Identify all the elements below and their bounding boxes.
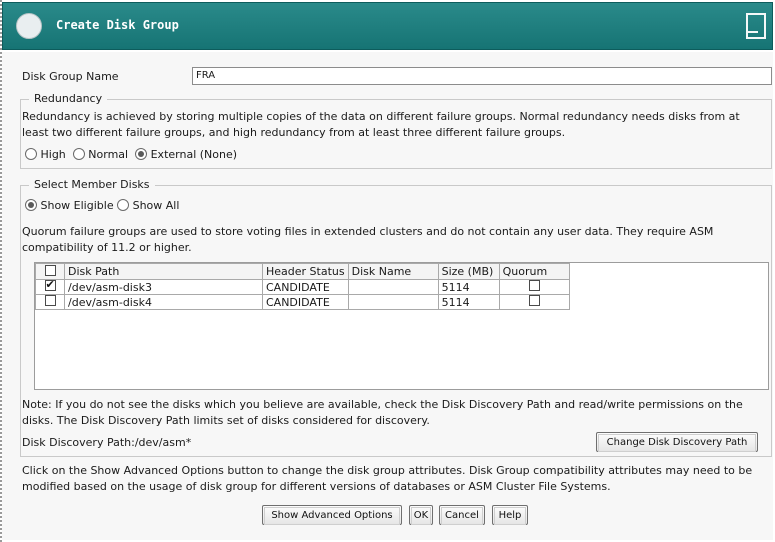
- disk-group-name-label: Disk Group Name: [22, 70, 119, 83]
- title-bar[interactable]: Create Disk Group: [2, 2, 773, 50]
- show-advanced-options-button-label: Show Advanced Options: [264, 507, 400, 525]
- disk-table-grid: Disk Path Header Status Disk Name Size (…: [35, 263, 570, 310]
- change-discovery-path-button[interactable]: Change Disk Discovery Path: [596, 432, 758, 452]
- change-discovery-path-button-label: Change Disk Discovery Path: [598, 434, 756, 452]
- radio-show-all[interactable]: Show All: [117, 199, 179, 212]
- row-select-cell[interactable]: [35, 278, 65, 295]
- radio-external-label: External (None): [150, 148, 238, 161]
- disk-path-cell: /dev/asm-disk4: [64, 294, 263, 310]
- radio-show-all-indicator[interactable]: [117, 199, 130, 211]
- table-row[interactable]: /dev/asm-disk3 CANDIDATE 5114: [35, 278, 570, 295]
- row-select-checkbox[interactable]: [44, 295, 56, 306]
- quorum-note: Quorum failure groups are used to store …: [22, 225, 714, 254]
- radio-show-eligible[interactable]: Show Eligible: [25, 199, 114, 212]
- header-status-cell: CANDIDATE: [262, 279, 349, 295]
- table-row[interactable]: /dev/asm-disk4 CANDIDATE 5114: [35, 294, 570, 310]
- radio-normal-label: Normal: [88, 148, 129, 161]
- cancel-button-label: Cancel: [441, 507, 483, 525]
- discovery-path-label: Disk Discovery Path:/dev/asm*: [22, 436, 192, 449]
- row-select-cell[interactable]: [35, 294, 65, 310]
- ok-button-label: OK: [411, 507, 431, 525]
- radio-normal[interactable]: Normal: [72, 148, 129, 161]
- help-button-label: Help: [494, 507, 526, 525]
- redundancy-options: High Normal External (None): [25, 148, 237, 161]
- column-header-size[interactable]: Size (MB): [437, 263, 500, 280]
- show-advanced-options-button[interactable]: Show Advanced Options: [262, 505, 402, 525]
- window-menu-icon[interactable]: [16, 13, 42, 39]
- redundancy-description: Redundancy is achieved by storing multip…: [22, 110, 740, 139]
- disk-path-cell: /dev/asm-disk3: [64, 279, 263, 295]
- quorum-checkbox[interactable]: [528, 295, 540, 306]
- radio-high-indicator[interactable]: [25, 148, 37, 160]
- radio-normal-indicator[interactable]: [72, 148, 85, 160]
- size-cell: 5114: [437, 279, 500, 295]
- window-title: Create Disk Group: [56, 18, 179, 32]
- ok-button[interactable]: OK: [409, 505, 433, 525]
- disk-table[interactable]: Disk Path Header Status Disk Name Size (…: [34, 262, 769, 390]
- disk-filter-options: Show Eligible Show All: [25, 199, 179, 212]
- discovery-note: Note: If you do not see the disks which …: [22, 398, 743, 427]
- header-status-cell: CANDIDATE: [262, 294, 349, 310]
- dialog-content: Disk Group Name FRA Redundancy Redundanc…: [2, 52, 773, 540]
- size-cell: 5114: [437, 294, 500, 310]
- column-header-header-status[interactable]: Header Status: [262, 263, 349, 280]
- radio-external[interactable]: External (None): [135, 148, 237, 161]
- member-disks-legend: Select Member Disks: [29, 178, 155, 191]
- radio-external-indicator[interactable]: [135, 148, 148, 160]
- maximize-icon[interactable]: [746, 13, 766, 39]
- row-select-checkbox[interactable]: [44, 278, 56, 291]
- disk-name-cell[interactable]: [347, 279, 439, 295]
- radio-show-eligible-indicator[interactable]: [25, 199, 37, 211]
- quorum-checkbox[interactable]: [528, 280, 540, 291]
- disk-name-cell[interactable]: [347, 294, 439, 310]
- help-button[interactable]: Help: [492, 505, 528, 525]
- column-header-disk-name[interactable]: Disk Name: [347, 263, 439, 280]
- radio-show-eligible-label: Show Eligible: [40, 199, 114, 212]
- radio-show-all-label: Show All: [132, 199, 180, 212]
- radio-high[interactable]: High: [25, 148, 66, 161]
- radio-high-label: High: [40, 148, 66, 161]
- disk-group-name-input[interactable]: FRA: [192, 67, 772, 85]
- column-header-quorum[interactable]: Quorum: [498, 263, 570, 280]
- redundancy-legend: Redundancy: [29, 92, 108, 105]
- select-all-checkbox[interactable]: [44, 264, 56, 276]
- quorum-cell[interactable]: [498, 294, 570, 310]
- cancel-button[interactable]: Cancel: [439, 505, 485, 525]
- table-header-row: Disk Path Header Status Disk Name Size (…: [35, 263, 570, 280]
- column-header-disk-path[interactable]: Disk Path: [64, 263, 263, 280]
- quorum-cell[interactable]: [498, 279, 570, 295]
- advanced-options-note: Click on the Show Advanced Options butto…: [22, 464, 753, 493]
